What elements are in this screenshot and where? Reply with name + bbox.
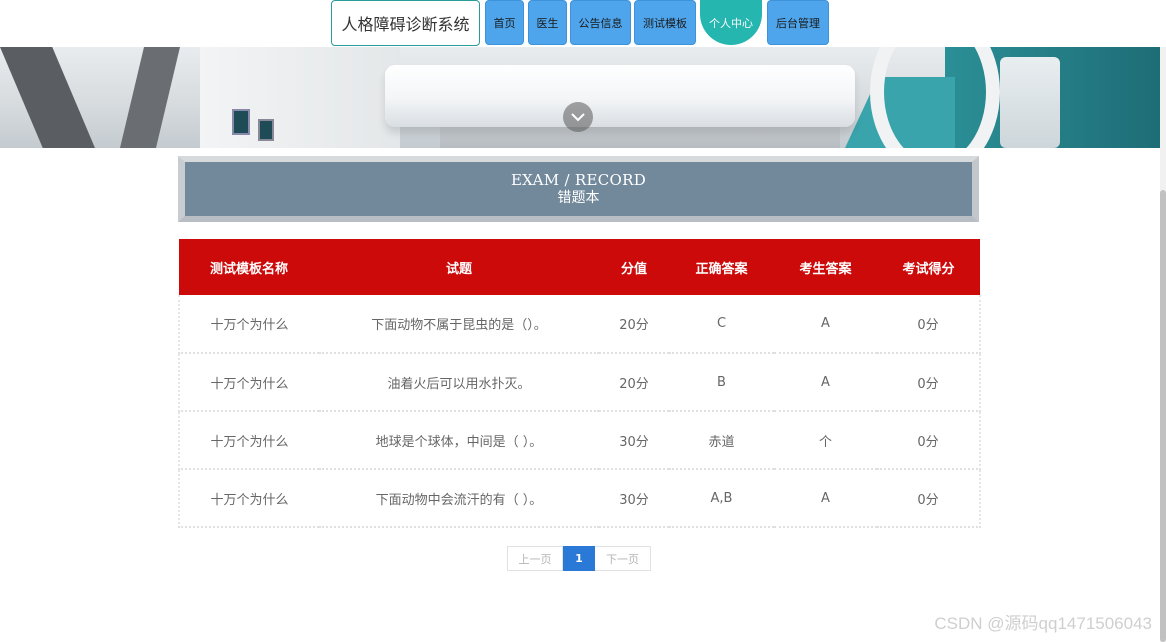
next-page-button[interactable]: 下一页 [595,546,651,571]
column-header-score-value: 分值 [599,239,669,295]
table-row[interactable]: 十万个为什么 油着火后可以用水扑灭。 20分 B A 0分 [178,353,981,412]
wrong-answer-table: 测试模板名称 试题 分值 正确答案 考生答案 考试得分 十万个为什么 下面动物不… [178,239,981,528]
nav-home[interactable]: 首页 [485,0,524,45]
table-row[interactable]: 十万个为什么 下面动物不属于昆虫的是（）。 20分 C A 0分 [178,295,981,354]
cell-exam-score: 0分 [877,469,981,528]
nav-doctor[interactable]: 医生 [528,0,567,45]
cell-correct-answer: C [669,295,774,354]
hero-banner [0,47,1160,148]
cell-correct-answer: 赤道 [669,411,774,470]
cell-correct-answer: B [669,353,774,412]
cell-template: 十万个为什么 [178,411,319,470]
banner-decor-stripe [0,47,95,148]
banner-scanner-ring [870,47,1000,148]
nav-announcements[interactable]: 公告信息 [570,0,631,45]
column-header-question: 试题 [319,239,599,295]
cell-user-answer: A [774,469,877,528]
cell-score-value: 20分 [599,295,669,354]
table-header-row: 测试模板名称 试题 分值 正确答案 考生答案 考试得分 [179,239,980,295]
column-header-user-answer: 考生答案 [774,239,877,295]
cell-score-value: 20分 [599,353,669,412]
cell-question: 下面动物中会流汗的有（ ）。 [319,469,599,528]
prev-page-button[interactable]: 上一页 [507,546,563,571]
cell-score-value: 30分 [599,469,669,528]
cell-user-answer: A [774,353,877,412]
cell-question: 地球是个球体，中间是（ ）。 [319,411,599,470]
cell-exam-score: 0分 [877,295,981,354]
column-header-template: 测试模板名称 [179,239,319,295]
watermark: CSDN @源码qq1471506043 [934,614,1152,633]
banner-medical-bed [385,65,855,127]
nav-test-templates[interactable]: 测试模板 [634,0,696,45]
section-title-en: EXAM / RECORD [510,171,647,189]
section-title: EXAM / RECORD 错题本 [178,156,979,222]
cell-template: 十万个为什么 [178,295,319,354]
table-row[interactable]: 十万个为什么 下面动物中会流汗的有（ ）。 30分 A,B A 0分 [178,469,981,528]
current-page-button[interactable]: 1 [563,546,595,571]
banner-monitor [232,109,250,135]
column-header-exam-score: 考试得分 [877,239,980,295]
cell-template: 十万个为什么 [178,469,319,528]
cell-user-answer: 个 [774,411,877,470]
table-row[interactable]: 十万个为什么 地球是个球体，中间是（ ）。 30分 赤道 个 0分 [178,411,981,470]
banner-decor-stripe [120,47,180,148]
column-header-correct-answer: 正确答案 [669,239,774,295]
cell-template: 十万个为什么 [178,353,319,412]
top-navigation: 人格障碍诊断系统 首页 医生 公告信息 测试模板 个人中心 后台管理 [0,0,1166,47]
site-title[interactable]: 人格障碍诊断系统 [331,0,480,46]
cell-exam-score: 0分 [877,353,981,412]
chevron-down-icon [571,113,585,122]
nav-personal-center[interactable]: 个人中心 [700,0,762,45]
banner-monitor [258,119,274,141]
banner-device [1000,57,1060,148]
cell-score-value: 30分 [599,411,669,470]
cell-correct-answer: A,B [669,469,774,528]
cell-exam-score: 0分 [877,411,981,470]
cell-question: 油着火后可以用水扑灭。 [319,353,599,412]
pagination: 上一页 1 下一页 [507,546,651,571]
page-scrollbar[interactable] [1160,0,1166,642]
scrollbar-thumb[interactable] [1160,190,1166,642]
banner-wall [200,47,400,148]
cell-question: 下面动物不属于昆虫的是（）。 [319,295,599,354]
scroll-down-button[interactable] [563,102,593,132]
cell-user-answer: A [774,295,877,354]
nav-admin[interactable]: 后台管理 [767,0,829,45]
section-title-cn: 错题本 [557,190,600,206]
